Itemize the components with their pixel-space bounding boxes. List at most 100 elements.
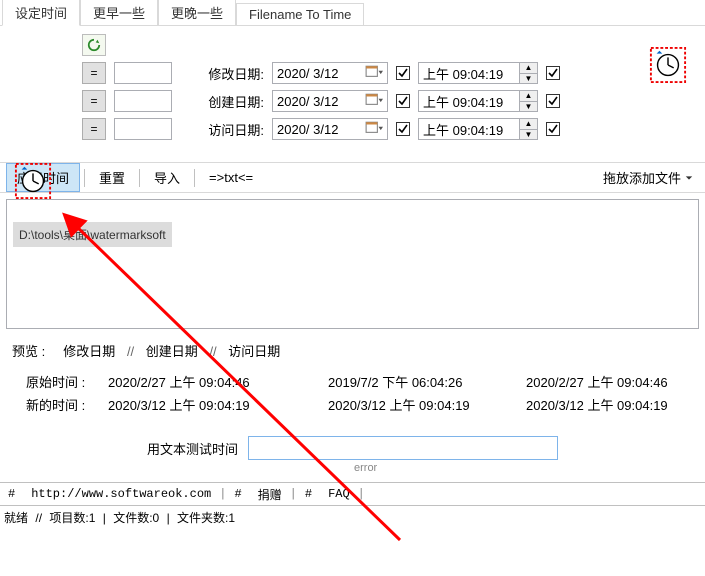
preview-row-new: 新的时间 : 2020/3/12 上午 09:04:19 2020/3/12 上… [26, 395, 679, 414]
access-date-label: 访问日期: [180, 120, 264, 139]
top-tabs: 设定时间 更早一些 更晚一些 Filename To Time [0, 0, 705, 26]
offset-field-create[interactable] [114, 90, 172, 112]
link-bar: # http://www.softwareok.com | # 捐赠 | # F… [0, 482, 705, 506]
clock-icon-alt[interactable] [14, 162, 52, 200]
tab-later[interactable]: 更晚一些 [158, 0, 236, 25]
status-ready: 就绪 [2, 511, 30, 525]
test-time-row: 用文本测试时间 [0, 426, 705, 462]
preview-label: 预览 : [12, 344, 45, 359]
equals-button-modify[interactable]: = [82, 62, 106, 84]
create-date-picker[interactable]: 2020/ 3/12 [272, 90, 388, 112]
to-txt-button[interactable]: =>txt<= [199, 166, 263, 189]
modify-date-checkbox[interactable] [396, 66, 410, 80]
spin-up-icon[interactable]: ▲ [519, 63, 537, 74]
homepage-link[interactable]: http://www.softwareok.com [23, 487, 219, 501]
equals-button-access[interactable]: = [82, 118, 106, 140]
new-create-value: 2020/3/12 上午 09:04:19 [328, 395, 526, 414]
create-date-checkbox[interactable] [396, 94, 410, 108]
preview-col-access: 访问日期 [228, 344, 280, 359]
status-items: 项目数:1 [47, 511, 97, 525]
modify-time-spinner[interactable]: 上午 09:04:19 ▲▼ [418, 62, 538, 84]
original-access-value: 2020/2/27 上午 09:04:46 [526, 372, 668, 391]
modify-time-value: 上午 09:04:19 [419, 64, 519, 83]
create-date-row: = 创建日期: 2020/ 3/12 上午 09:04:19 ▲▼ [12, 90, 693, 112]
linkbar-sep: | [219, 487, 226, 501]
access-time-value: 上午 09:04:19 [419, 120, 519, 139]
toolbar-separator [84, 169, 85, 187]
faq-link[interactable]: FAQ [320, 487, 358, 501]
chevron-down-icon [685, 174, 693, 182]
status-sep: | [101, 511, 108, 525]
spin-down-icon[interactable]: ▼ [519, 102, 537, 112]
action-toolbar: 应用时间 重置 导入 =>txt<= 拖放添加文件 [0, 163, 705, 193]
offset-field-access[interactable] [114, 118, 172, 140]
linkbar-sep: | [358, 487, 365, 501]
original-time-label: 原始时间 : [26, 372, 108, 391]
modify-date-picker[interactable]: 2020/ 3/12 [272, 62, 388, 84]
status-sep: // [33, 511, 44, 525]
access-date-value: 2020/ 3/12 [277, 122, 338, 137]
status-bar: 就绪 // 项目数:1 | 文件数:0 | 文件夹数:1 [0, 506, 705, 529]
preview-sep: // [209, 344, 216, 359]
donate-link[interactable]: 捐赠 [250, 486, 290, 503]
tab-earlier[interactable]: 更早一些 [80, 0, 158, 25]
spin-up-icon[interactable]: ▲ [519, 119, 537, 130]
preview-sep: // [127, 344, 134, 359]
original-create-value: 2019/7/2 下午 06:04:26 [328, 372, 526, 391]
spin-down-icon[interactable]: ▼ [519, 74, 537, 84]
preview-header: 预览 : 修改日期 // 创建日期 // 访问日期 [0, 335, 705, 366]
test-time-label: 用文本测试时间 [147, 439, 238, 458]
test-error-text: error [0, 462, 705, 474]
modify-date-value: 2020/ 3/12 [277, 66, 338, 81]
calendar-dropdown-icon[interactable] [365, 65, 383, 81]
modify-time-checkbox[interactable] [546, 66, 560, 80]
file-list[interactable]: D:\tools\桌面\watermarksoft [6, 199, 699, 329]
hash-mark: # [0, 487, 23, 501]
settings-panel: = 修改日期: 2020/ 3/12 上午 09:04:19 ▲▼ = 创建日期… [0, 26, 705, 163]
access-time-spinner[interactable]: 上午 09:04:19 ▲▼ [418, 118, 538, 140]
modify-date-row: = 修改日期: 2020/ 3/12 上午 09:04:19 ▲▼ [12, 62, 693, 84]
toolbar-separator [194, 169, 195, 187]
preview-row-original: 原始时间 : 2020/2/27 上午 09:04:46 2019/7/2 下午… [26, 372, 679, 391]
clock-icon[interactable] [649, 46, 687, 84]
linkbar-sep: | [290, 487, 297, 501]
calendar-dropdown-icon[interactable] [365, 121, 383, 137]
tab-filename-to-time[interactable]: Filename To Time [236, 3, 364, 25]
file-list-item[interactable]: D:\tools\桌面\watermarksoft [13, 222, 172, 247]
drag-add-files-label: 拖放添加文件 [603, 168, 681, 187]
create-time-spinner[interactable]: 上午 09:04:19 ▲▼ [418, 90, 538, 112]
toolbar-separator [139, 169, 140, 187]
import-button[interactable]: 导入 [144, 164, 190, 191]
offset-field-modify[interactable] [114, 62, 172, 84]
new-access-value: 2020/3/12 上午 09:04:19 [526, 395, 668, 414]
calendar-dropdown-icon[interactable] [365, 93, 383, 109]
spin-down-icon[interactable]: ▼ [519, 130, 537, 140]
spin-up-icon[interactable]: ▲ [519, 91, 537, 102]
test-time-input[interactable] [248, 436, 558, 460]
access-date-row: = 访问日期: 2020/ 3/12 上午 09:04:19 ▲▼ [12, 118, 693, 140]
tab-set-time[interactable]: 设定时间 [2, 0, 80, 26]
status-files: 文件数:0 [111, 511, 161, 525]
access-date-picker[interactable]: 2020/ 3/12 [272, 118, 388, 140]
original-modify-value: 2020/2/27 上午 09:04:46 [108, 372, 328, 391]
refresh-button[interactable] [82, 34, 106, 56]
status-sep: | [165, 511, 172, 525]
hash-mark: # [226, 487, 249, 501]
reset-button[interactable]: 重置 [89, 164, 135, 191]
access-date-checkbox[interactable] [396, 122, 410, 136]
modify-date-label: 修改日期: [180, 64, 264, 83]
drag-add-files-button[interactable]: 拖放添加文件 [597, 166, 699, 189]
create-date-label: 创建日期: [180, 92, 264, 111]
equals-button-create[interactable]: = [82, 90, 106, 112]
preview-col-modify: 修改日期 [63, 344, 115, 359]
create-time-value: 上午 09:04:19 [419, 92, 519, 111]
new-modify-value: 2020/3/12 上午 09:04:19 [108, 395, 328, 414]
new-time-label: 新的时间 : [26, 395, 108, 414]
create-time-checkbox[interactable] [546, 94, 560, 108]
hash-mark: # [297, 487, 320, 501]
status-folders: 文件夹数:1 [175, 511, 237, 525]
preview-table: 原始时间 : 2020/2/27 上午 09:04:46 2019/7/2 下午… [0, 366, 705, 426]
access-time-checkbox[interactable] [546, 122, 560, 136]
create-date-value: 2020/ 3/12 [277, 94, 338, 109]
preview-col-create: 创建日期 [146, 344, 198, 359]
